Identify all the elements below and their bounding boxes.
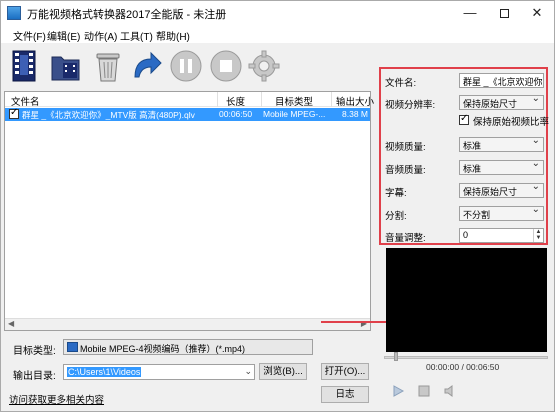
- volume-icon[interactable]: [443, 384, 457, 398]
- maximize-button[interactable]: [487, 1, 521, 25]
- subtitle-select[interactable]: 保持原始尺寸: [459, 183, 544, 198]
- column-header-length[interactable]: 长度: [226, 94, 245, 108]
- settings-gear-icon: [248, 50, 280, 82]
- maximize-icon: [499, 9, 509, 19]
- preview-seek-bar[interactable]: [384, 356, 548, 359]
- volume-value: 0: [463, 230, 469, 240]
- column-divider[interactable]: [217, 92, 218, 107]
- row-checkbox[interactable]: [9, 107, 19, 119]
- target-type-label: 目标类型:: [13, 346, 56, 357]
- add-folder-button[interactable]: [49, 47, 83, 85]
- menu-file[interactable]: 文件(F): [13, 28, 46, 43]
- resolution-label: 视频分辨率:: [385, 100, 436, 111]
- filename-label: 文件名:: [385, 78, 417, 89]
- row-length: 00:06:50: [219, 109, 253, 119]
- row-size: 8.38 M: [342, 109, 368, 119]
- audio-quality-select[interactable]: 标准: [459, 160, 544, 175]
- pause-button[interactable]: [169, 47, 203, 85]
- redo-button[interactable]: [129, 47, 163, 85]
- log-button[interactable]: 日志: [321, 386, 369, 403]
- resolution-select[interactable]: 保持原始尺寸: [459, 95, 544, 110]
- more-content-link[interactable]: 访问获取更多相关内容: [9, 392, 104, 406]
- output-dir-combo[interactable]: C:\Users\1\Videos ⌄: [63, 364, 255, 380]
- output-dir-value: C:\Users\1\Videos: [67, 367, 142, 377]
- subtitle-label: 字幕:: [385, 188, 407, 199]
- column-divider[interactable]: [261, 92, 262, 107]
- close-button[interactable]: ✕: [520, 1, 554, 25]
- browse-button[interactable]: 浏览(B)...: [259, 363, 307, 380]
- row-target: Mobile MPEG-...: [263, 109, 326, 119]
- video-quality-select[interactable]: 标准: [459, 137, 544, 152]
- stop-icon: [210, 50, 242, 82]
- column-divider[interactable]: [331, 92, 332, 107]
- horizontal-scrollbar[interactable]: ◀ ▶: [5, 318, 370, 330]
- open-button[interactable]: 打开(O)...: [321, 363, 369, 380]
- column-header-target[interactable]: 目标类型: [275, 94, 313, 108]
- scroll-left-icon[interactable]: ◀: [8, 319, 14, 328]
- seek-handle[interactable]: [394, 352, 398, 361]
- window-title: 万能视频格式转换器2017全能版 - 未注册: [27, 9, 227, 21]
- split-label: 分割:: [385, 211, 407, 222]
- stop-button[interactable]: [209, 47, 243, 85]
- menu-bar: 文件(F) 编辑(E) 动作(A) 工具(T) 帮助(H): [1, 25, 554, 43]
- menu-help[interactable]: 帮助(H): [156, 28, 190, 43]
- file-list[interactable]: 文件名 长度 目标类型 输出大小 群星 _《北京欢迎你》_MTV版 高清(480…: [4, 91, 374, 331]
- chevron-down-icon[interactable]: ⌄: [244, 366, 252, 377]
- delete-button[interactable]: [91, 47, 125, 85]
- spinner-arrows-icon[interactable]: ▲ ▼: [533, 229, 543, 242]
- settings-panel: 文件名: 群星 _《北京欢迎你》 视频分辨率: 保持原始尺寸 保持原始视频比率 …: [379, 67, 550, 245]
- stop-icon[interactable]: [417, 384, 431, 398]
- app-window: 万能视频格式转换器2017全能版 - 未注册 — ✕ 文件(F) 编辑(E) 动…: [0, 0, 555, 412]
- title-bar: 万能视频格式转换器2017全能版 - 未注册 — ✕: [1, 1, 554, 25]
- menu-action[interactable]: 动作(A): [84, 28, 117, 43]
- filename-field[interactable]: 群星 _《北京欢迎你》: [459, 73, 544, 88]
- column-header-size[interactable]: 输出大小: [336, 94, 374, 108]
- video-format-icon: [67, 342, 78, 352]
- output-dir-label: 输出目录:: [13, 371, 56, 382]
- app-icon: [7, 6, 21, 20]
- play-icon[interactable]: [391, 384, 405, 398]
- audio-quality-label: 音频质量:: [385, 165, 426, 176]
- volume-stepper[interactable]: 0 ▲ ▼: [459, 228, 544, 243]
- toolbar: [1, 43, 376, 91]
- target-type-value: Mobile MPEG-4视频编码（推荐）(*.mp4): [80, 344, 246, 354]
- pause-icon: [170, 50, 202, 82]
- add-folder-icon: [51, 56, 80, 81]
- target-type-field[interactable]: Mobile MPEG-4视频编码（推荐）(*.mp4): [63, 339, 313, 355]
- keep-ratio-label: 保持原始视频比率: [473, 117, 550, 128]
- split-select[interactable]: 不分割: [459, 206, 544, 221]
- video-preview: [386, 248, 547, 352]
- volume-label: 音量调整:: [385, 233, 426, 244]
- list-header: 文件名 长度 目标类型 输出大小: [5, 92, 374, 108]
- menu-tools[interactable]: 工具(T): [120, 28, 153, 43]
- menu-edit[interactable]: 编辑(E): [47, 28, 80, 43]
- add-video-icon: [12, 50, 36, 82]
- preview-time: 00:00:00 / 00:06:50: [426, 362, 500, 372]
- column-header-filename[interactable]: 文件名: [11, 94, 40, 108]
- delete-icon: [96, 53, 120, 82]
- minimize-button[interactable]: —: [453, 1, 487, 25]
- add-video-button[interactable]: [7, 47, 41, 85]
- redo-icon: [134, 51, 162, 78]
- row-filename: 群星 _《北京欢迎你》_MTV版 高清(480P).qlv: [22, 110, 195, 120]
- video-quality-label: 视频质量:: [385, 142, 426, 153]
- keep-ratio-checkbox[interactable]: [459, 113, 469, 125]
- settings-button[interactable]: [247, 47, 281, 85]
- table-row[interactable]: 群星 _《北京欢迎你》_MTV版 高清(480P).qlv 00:06:50 M…: [5, 107, 370, 121]
